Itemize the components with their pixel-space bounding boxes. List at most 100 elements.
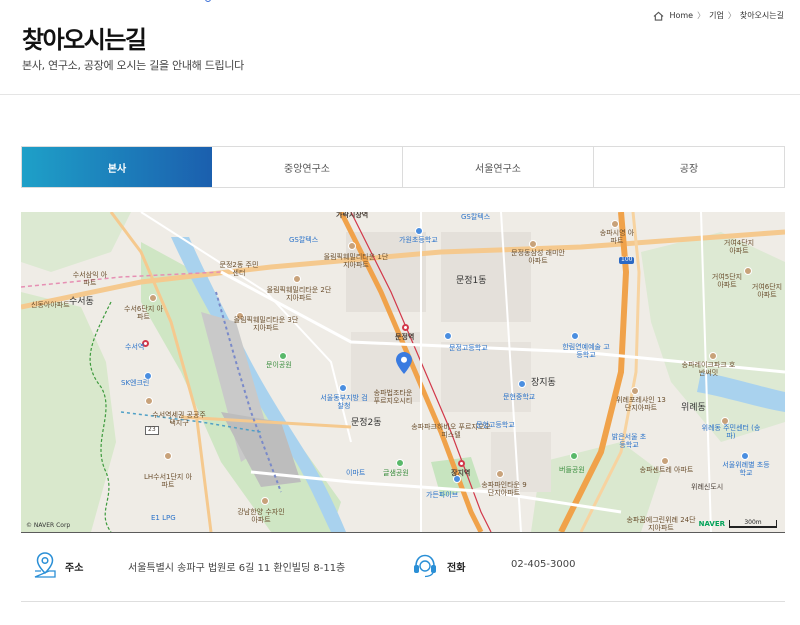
map-label: 송파레이크파크 호반써밋 <box>681 361 736 377</box>
road-badge: 100 <box>619 256 635 264</box>
map-label: 문이공원 <box>266 361 292 369</box>
map-label: SK엔크린 <box>121 379 150 387</box>
tab-central-lab[interactable]: 중앙연구소 <box>212 147 403 187</box>
map-label: 문정1동 <box>456 276 487 286</box>
breadcrumb-current: 찾아오시는길 <box>739 11 784 20</box>
headset-icon <box>414 554 436 578</box>
map-label: 거여4단지 아파트 <box>723 239 755 255</box>
poi-marker[interactable] <box>570 452 578 460</box>
map-label: 가락시장역 <box>336 212 369 219</box>
page-subtitle: 본사, 연구소, 공장에 오시는 길을 안내해 드립니다 <box>22 59 244 72</box>
breadcrumb-home[interactable]: Home <box>669 11 693 20</box>
decorative-dot-icon <box>205 0 211 2</box>
poi-marker[interactable] <box>744 267 752 275</box>
location-map[interactable]: 문정1동 문정2동 장지동 위례동 수서동 문정역 장지역 수서역 GS칼텍스 … <box>21 212 785 532</box>
map-label: 가원초등학교 <box>399 236 438 244</box>
map-label: 서울위례별 초등학교 <box>722 461 770 477</box>
location-pin-icon[interactable] <box>396 352 412 374</box>
map-label: 장지역 <box>451 469 471 477</box>
address-value: 서울특별시 송파구 법원로 6길 11 환인빌딩 8-11층 <box>128 563 346 574</box>
poi-marker[interactable] <box>611 220 619 228</box>
poi-marker[interactable] <box>496 470 504 478</box>
map-label: 거여6단지 아파트 <box>751 283 783 299</box>
map-label: 한림연예예술 고등학교 <box>562 343 610 359</box>
map-copyright: © NAVER Corp <box>26 522 71 529</box>
map-label: 문현고등학교 <box>476 421 515 429</box>
poi-marker[interactable] <box>396 459 404 467</box>
map-label: 가든파이브 <box>426 491 459 499</box>
chevron-right-icon: 〉 <box>727 11 736 20</box>
map-label: 올림픽훼밀리타운 3단지아파트 <box>233 316 299 332</box>
map-label: 수서역 <box>125 343 145 351</box>
home-icon[interactable] <box>653 11 664 21</box>
poi-marker[interactable] <box>631 387 639 395</box>
tab-factory[interactable]: 공장 <box>594 147 784 187</box>
map-label: 송파꿈에그린위례 24단지아파트 <box>626 516 696 532</box>
map-label: 서울동부지방 검찰청 <box>320 394 368 410</box>
poi-marker[interactable] <box>145 397 153 405</box>
poi-marker[interactable] <box>339 384 347 392</box>
poi-marker[interactable] <box>164 452 172 460</box>
poi-marker[interactable] <box>444 332 452 340</box>
poi-marker[interactable] <box>709 352 717 360</box>
map-label: 문정역 <box>395 333 415 341</box>
map-label: 거여5단지 아파트 <box>711 273 743 289</box>
map-label: 문정고등학교 <box>449 344 488 352</box>
map-label: 문정동삼성 래미안아파트 <box>511 249 565 265</box>
poi-marker[interactable] <box>518 380 526 388</box>
map-marker-icon <box>34 552 56 578</box>
map-label: 문정2동 주민센터 <box>219 261 259 277</box>
map-label: 신동아아파트 <box>31 301 70 309</box>
map-label: 위례동 주민센터 (송파) <box>701 424 761 440</box>
breadcrumb-company[interactable]: 기업 <box>709 10 724 21</box>
tab-headquarters[interactable]: 본사 <box>22 147 212 187</box>
phone-label: 전화 <box>447 563 466 574</box>
poi-marker[interactable] <box>348 242 356 250</box>
map-label: 송파법조타운 푸르지오시티 <box>373 389 413 405</box>
page: 찾아오시는길 본사, 연구소, 공장에 오시는 길을 안내해 드립니다 Home… <box>0 0 800 625</box>
poi-marker[interactable] <box>741 452 749 460</box>
map-label: 올림픽훼밀리타운 1단지아파트 <box>323 253 389 269</box>
map-label: 송파센트레 아파트 <box>639 466 694 474</box>
map-label: 수서삼익 아파트 <box>72 271 108 287</box>
map-label: LH수서1단지 아파트 <box>143 473 193 489</box>
poi-marker[interactable] <box>571 332 579 340</box>
naver-logo: NAVER <box>698 520 725 528</box>
page-header: 찾아오시는길 본사, 연구소, 공장에 오시는 길을 안내해 드립니다 Home… <box>0 0 800 95</box>
map-label: GS칼텍스 <box>289 236 319 244</box>
phone-value[interactable]: 02-405-3000 <box>511 559 575 570</box>
map-label: 수서6단지 아파트 <box>124 305 163 321</box>
map-label: 버들공원 <box>559 466 585 474</box>
road-badge: 23 <box>145 426 159 435</box>
poi-marker[interactable] <box>149 294 157 302</box>
station-marker[interactable] <box>458 460 465 467</box>
poi-marker[interactable] <box>293 275 301 283</box>
poi-marker[interactable] <box>415 227 423 235</box>
poi-marker[interactable] <box>261 497 269 505</box>
map-label: 위례포레샤인 13단지아파트 <box>616 396 666 412</box>
map-label: 위례동 <box>681 403 706 413</box>
contact-info: 주소 서울특별시 송파구 법원로 6길 11 환인빌딩 8-11층 전화 02-… <box>21 532 785 602</box>
poi-marker[interactable] <box>661 457 669 465</box>
map-label: 장지동 <box>531 378 556 388</box>
page-title: 찾아오시는길 <box>22 26 147 54</box>
station-marker[interactable] <box>402 324 409 331</box>
map-label: 송파파인타운 9단지아파트 <box>481 481 527 497</box>
map-label: 밝은서울 초등학교 <box>611 433 647 449</box>
breadcrumb: Home 〉 기업 〉 찾아오시는길 <box>653 10 784 21</box>
map-label: 위례신도시 <box>691 483 724 491</box>
address-label: 주소 <box>65 563 84 574</box>
map-label: 강남한양 수자인아파트 <box>237 508 285 524</box>
map-label: 문정2동 <box>351 418 382 428</box>
map-label: GS칼텍스 <box>461 213 491 221</box>
map-scale: 300m <box>729 520 777 528</box>
map-label: 올림픽훼밀리타운 2단지아파트 <box>266 286 332 302</box>
chevron-right-icon: 〉 <box>697 11 706 20</box>
map-label: 이마트 <box>346 469 366 477</box>
tab-seoul-lab[interactable]: 서울연구소 <box>403 147 594 187</box>
map-label: 글샘공원 <box>383 469 409 477</box>
map-label: 송파시영 아파트 <box>599 229 635 245</box>
poi-marker[interactable] <box>279 352 287 360</box>
map-label: E1 LPG <box>151 514 176 522</box>
poi-marker[interactable] <box>529 240 537 248</box>
